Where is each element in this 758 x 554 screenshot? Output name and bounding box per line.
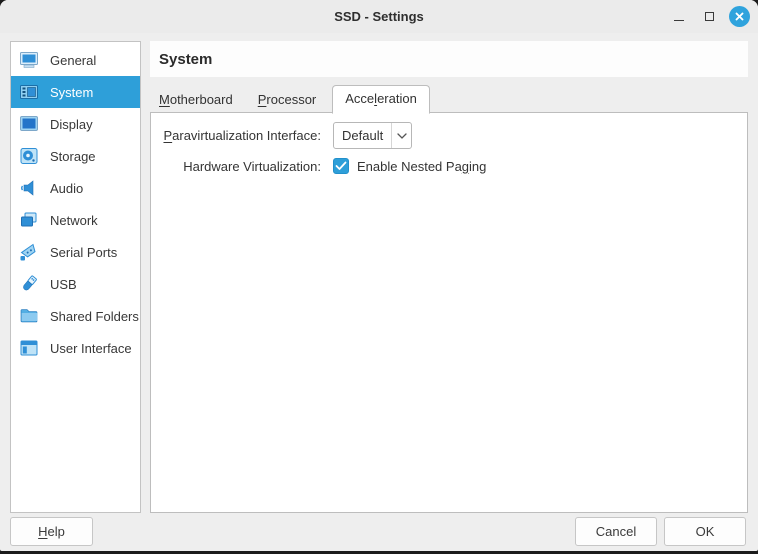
- shared-folders-icon: [18, 305, 40, 327]
- tab-acceleration[interactable]: Acceleration: [332, 85, 430, 114]
- settings-window: SSD - Settings General: [0, 0, 758, 551]
- sidebar-item-storage[interactable]: Storage: [11, 140, 140, 172]
- sidebar-item-label: Audio: [50, 181, 83, 196]
- system-tabs: Motherboard Processor Acceleration: [150, 86, 437, 113]
- paravirtualization-row: Paravirtualization Interface: Default: [151, 122, 747, 149]
- titlebar[interactable]: SSD - Settings: [0, 0, 758, 33]
- acceleration-panel: Paravirtualization Interface: Default Ha…: [150, 112, 748, 513]
- sidebar-item-label: Shared Folders: [50, 309, 139, 324]
- sidebar-item-audio[interactable]: Audio: [11, 172, 140, 204]
- tab-motherboard[interactable]: Motherboard: [150, 87, 242, 113]
- close-button[interactable]: [728, 6, 750, 28]
- chevron-down-icon: [391, 123, 411, 148]
- sidebar-item-user-interface[interactable]: User Interface: [11, 332, 140, 364]
- help-button[interactable]: Help: [10, 517, 93, 546]
- nested-paging-checkbox[interactable]: [333, 158, 349, 174]
- usb-icon: [18, 273, 40, 295]
- cancel-button[interactable]: Cancel: [575, 517, 657, 546]
- close-icon: [729, 6, 750, 27]
- sidebar-item-system[interactable]: System: [11, 76, 140, 108]
- sidebar-item-label: System: [50, 85, 93, 100]
- maximize-icon: [705, 12, 714, 21]
- sidebar-item-label: Serial Ports: [50, 245, 117, 260]
- sidebar-item-usb[interactable]: USB: [11, 268, 140, 300]
- window-title: SSD - Settings: [0, 0, 758, 33]
- page-title: System: [159, 51, 212, 68]
- serial-ports-icon: [18, 241, 40, 263]
- paravirtualization-value: Default: [334, 128, 391, 143]
- network-icon: [18, 209, 40, 231]
- settings-category-list: General System Display: [10, 41, 141, 513]
- sidebar-item-label: General: [50, 53, 96, 68]
- sidebar-item-label: USB: [50, 277, 77, 292]
- minimize-button[interactable]: [668, 6, 690, 28]
- display-icon: [18, 113, 40, 135]
- sidebar-item-shared-folders[interactable]: Shared Folders: [11, 300, 140, 332]
- paravirtualization-select[interactable]: Default: [333, 122, 412, 149]
- user-interface-icon: [18, 337, 40, 359]
- maximize-button[interactable]: [698, 6, 720, 28]
- minimize-icon: [674, 20, 684, 21]
- page-heading-bar: System: [150, 41, 748, 77]
- hardware-virtualization-row: Hardware Virtualization: Enable Nested P…: [151, 158, 747, 174]
- ok-button[interactable]: OK: [664, 517, 746, 546]
- sidebar-item-general[interactable]: General: [11, 44, 140, 76]
- hardware-virtualization-label: Hardware Virtualization:: [151, 159, 321, 174]
- paravirtualization-label: Paravirtualization Interface:: [151, 128, 321, 143]
- sidebar-item-label: Display: [50, 117, 93, 132]
- nested-paging-label: Enable Nested Paging: [357, 159, 486, 174]
- tab-processor[interactable]: Processor: [249, 87, 326, 113]
- sidebar-item-label: User Interface: [50, 341, 132, 356]
- checkmark-icon: [335, 161, 347, 171]
- general-icon: [18, 49, 40, 71]
- sidebar-item-display[interactable]: Display: [11, 108, 140, 140]
- sidebar-item-network[interactable]: Network: [11, 204, 140, 236]
- sidebar-item-label: Storage: [50, 149, 96, 164]
- audio-icon: [18, 177, 40, 199]
- sidebar-item-label: Network: [50, 213, 98, 228]
- system-icon: [18, 81, 40, 103]
- storage-icon: [18, 145, 40, 167]
- sidebar-item-serial-ports[interactable]: Serial Ports: [11, 236, 140, 268]
